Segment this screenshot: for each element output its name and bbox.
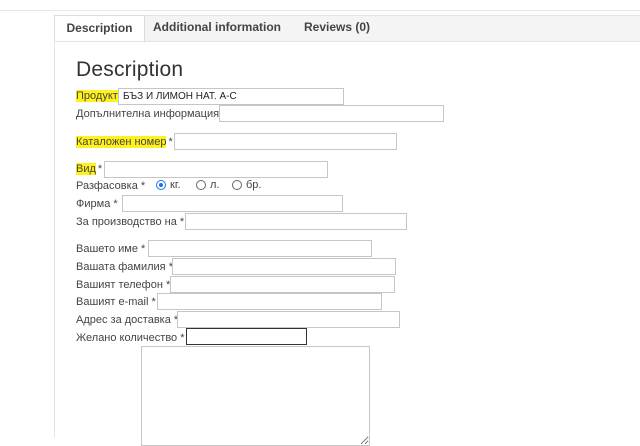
your-phone-field[interactable]	[170, 276, 395, 293]
kind-field[interactable]	[104, 161, 328, 178]
catalog-number-field[interactable]	[174, 133, 397, 150]
for-production-field[interactable]	[185, 213, 407, 230]
your-surname-label: Вашата фамилия *	[76, 261, 173, 273]
required-marker: *	[97, 163, 103, 175]
radio-liter[interactable]	[196, 180, 206, 190]
section-title: Description	[76, 58, 184, 81]
radio-liter-label: л.	[210, 179, 220, 191]
product-tabs: Additional information Reviews (0) Descr…	[54, 15, 640, 43]
radio-kg-label: кг.	[170, 179, 181, 191]
top-divider	[0, 0, 640, 11]
your-name-label: Вашето име *	[76, 243, 146, 255]
your-email-label: Вашият e-mail *	[76, 296, 156, 308]
tab-additional-information[interactable]: Additional information	[144, 15, 290, 40]
product-field[interactable]	[118, 88, 344, 105]
required-marker: *	[168, 136, 173, 148]
your-phone-label: Вашият телефон *	[76, 279, 171, 291]
tab-reviews[interactable]: Reviews (0)	[290, 15, 384, 40]
delivery-address-field[interactable]	[177, 311, 400, 328]
tab-description[interactable]: Description	[54, 15, 145, 43]
company-label: Фирма *	[76, 198, 118, 210]
product-label: Продукт	[76, 90, 118, 102]
desired-quantity-field[interactable]	[186, 328, 307, 345]
additional-info-label: Допълнителна информация	[76, 108, 220, 120]
radio-pieces-label: бр.	[246, 179, 262, 191]
for-production-label: За производство на *	[76, 216, 185, 228]
your-name-field[interactable]	[148, 240, 372, 257]
desired-quantity-label: Желано количество *	[76, 332, 185, 344]
catalog-number-label: Каталожен номер *	[76, 136, 173, 148]
message-textarea[interactable]	[141, 346, 370, 446]
radio-pieces[interactable]	[232, 180, 242, 190]
additional-info-field[interactable]	[219, 105, 444, 122]
packaging-label: Разфасовка *	[76, 180, 146, 192]
kind-label-text: Вид	[76, 163, 96, 175]
company-field[interactable]	[122, 195, 343, 212]
your-email-field[interactable]	[157, 293, 382, 310]
radio-kg[interactable]	[156, 180, 166, 190]
your-surname-field[interactable]	[172, 258, 396, 275]
catalog-number-label-text: Каталожен номер	[76, 136, 167, 148]
kind-label: Вид *	[76, 163, 102, 175]
delivery-address-label: Адрес за доставка *	[76, 314, 179, 326]
